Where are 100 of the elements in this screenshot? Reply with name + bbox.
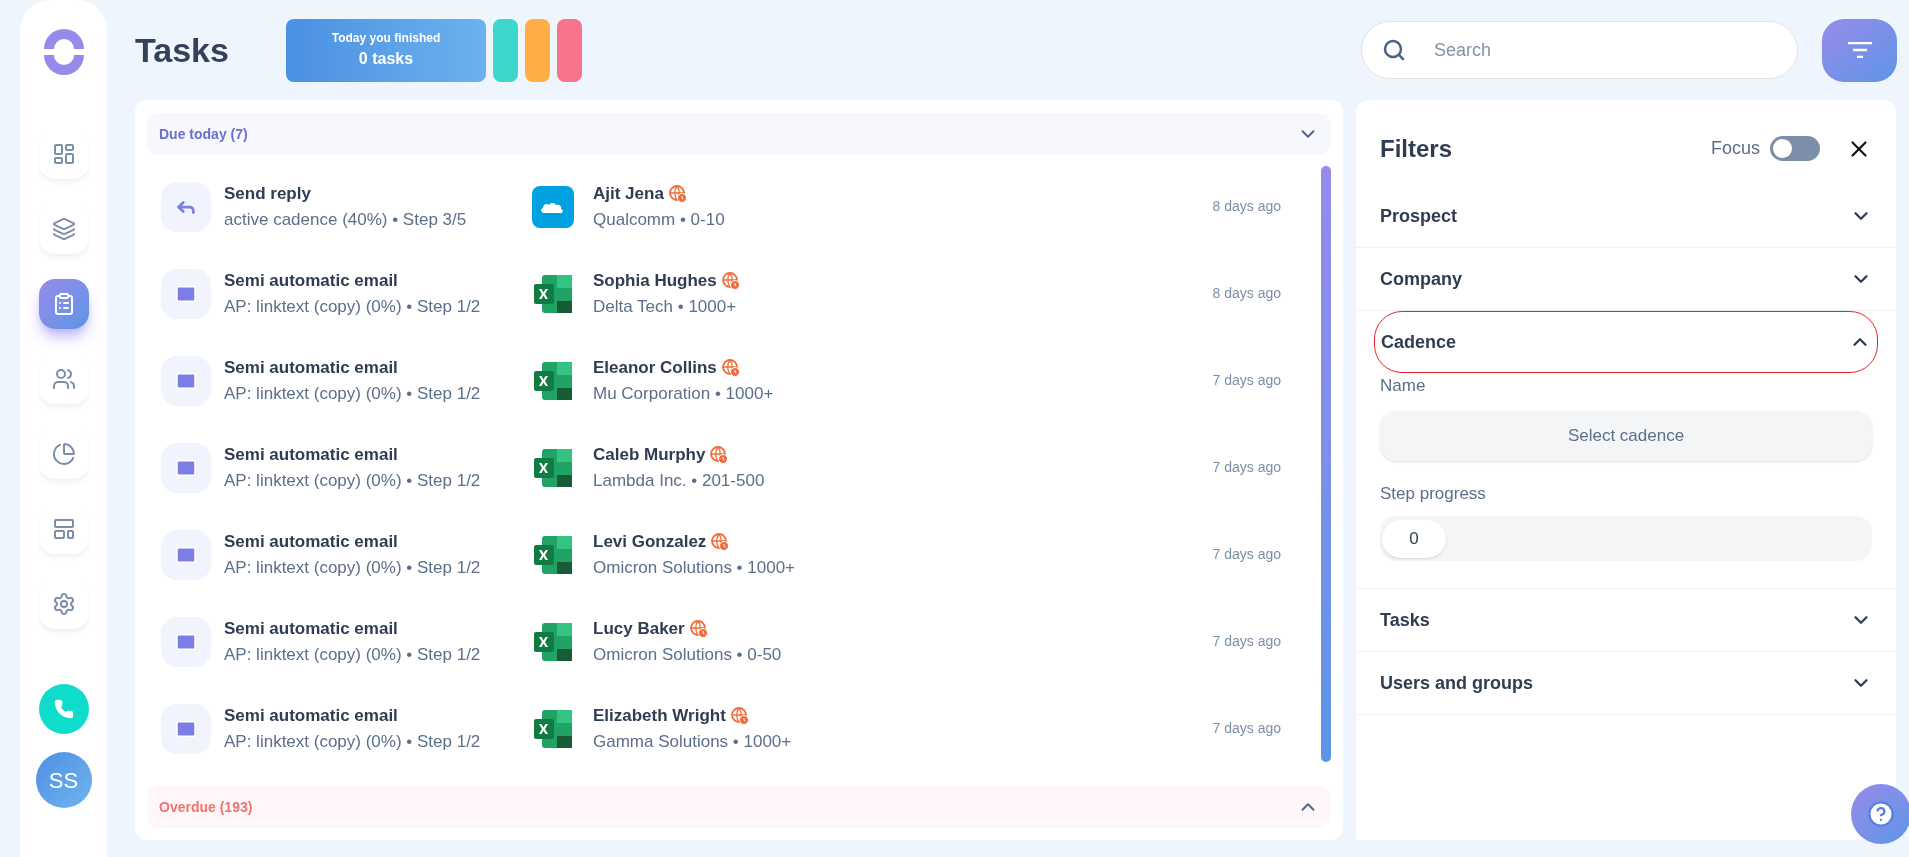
- filter-section-header[interactable]: Prospect: [1356, 185, 1896, 247]
- task-row[interactable]: Semi automatic email AP: linktext (copy) (0%) • Step 1/2 Caleb Murphy Lambda Inc. • 201-500 7 days ago: [135, 424, 1321, 511]
- people-icon: [51, 367, 76, 391]
- scrollbar[interactable]: [1321, 166, 1331, 762]
- task-title: Semi automatic email: [224, 444, 399, 466]
- company-info: Omicron Solutions • 1000+: [593, 556, 797, 579]
- cloud-logo-icon: [532, 185, 574, 228]
- dashboard-icon: [51, 142, 76, 166]
- spreadsheet-icon: [532, 359, 574, 402]
- task-row[interactable]: Send reply active cadence (40%) • Step 3/5 Ajit Jena Qualcomm • 0-10 8 days ago: [135, 163, 1321, 250]
- globe-clock-icon: [730, 706, 749, 725]
- phone-button[interactable]: [38, 684, 89, 734]
- settings-icon: [51, 592, 76, 616]
- prospect-name: Levi Gonzalez: [593, 531, 707, 553]
- field-label: Step progress: [1380, 482, 1487, 505]
- nav-button[interactable]: [38, 204, 89, 254]
- nav-button[interactable]: [38, 354, 89, 404]
- task-row[interactable]: Semi automatic email AP: linktext (copy) (0%) • Step 1/2 Levi Gonzalez Omicron Solutions • 1000+ 7 days ago: [135, 511, 1321, 598]
- section-bar[interactable]: Due today (7): [147, 113, 1331, 155]
- cadence-select[interactable]: Select cadence: [1380, 410, 1872, 461]
- filter-section-title: Company: [1380, 267, 1462, 291]
- task-subtitle: AP: linktext (copy) (0%) • Step 1/2: [224, 295, 482, 318]
- filter-section-title: Users and groups: [1380, 671, 1534, 695]
- nav-button[interactable]: [38, 579, 89, 629]
- phone-icon: [53, 699, 74, 719]
- spreadsheet-icon: [532, 620, 574, 663]
- task-title: Semi automatic email: [224, 270, 399, 292]
- task-time: 8 days ago: [1212, 197, 1281, 216]
- company-info: Lambda Inc. • 201-500: [593, 469, 766, 492]
- task-row[interactable]: Semi automatic email AP: linktext (copy) (0%) • Step 1/2 Lucy Baker Omicron Solutions • 0-50 7 days ago: [135, 598, 1321, 685]
- help-icon: [1867, 800, 1895, 828]
- company-info: Delta Tech • 1000+: [593, 295, 738, 318]
- globe-clock-icon: [668, 184, 687, 203]
- nav-button[interactable]: [38, 129, 89, 179]
- task-title: Semi automatic email: [224, 357, 399, 379]
- prospect-name: Ajit Jena: [593, 183, 664, 205]
- section-title: Due today (7): [159, 124, 248, 144]
- prospect-name: Lucy Baker: [593, 618, 685, 640]
- slider-thumb[interactable]: 0: [1382, 519, 1446, 558]
- company-info: Qualcomm • 0-10: [593, 208, 726, 231]
- task-title: Semi automatic email: [224, 531, 399, 553]
- filter-section-header[interactable]: Cadence: [1374, 311, 1878, 373]
- task-subtitle: AP: linktext (copy) (0%) • Step 1/2: [224, 556, 482, 579]
- company-info: Omicron Solutions • 0-50: [593, 643, 783, 666]
- task-time: 7 days ago: [1212, 371, 1281, 390]
- spreadsheet-icon: [532, 272, 574, 315]
- layout-icon: [51, 517, 76, 541]
- globe-clock-icon: [689, 619, 708, 638]
- spreadsheet-icon: [532, 533, 574, 576]
- search-icon: [1382, 38, 1406, 62]
- task-title: Semi automatic email: [224, 618, 399, 640]
- field-label: Name: [1380, 375, 1427, 397]
- focus-label: Focus: [1710, 137, 1760, 160]
- search-input[interactable]: Search: [1434, 36, 1777, 64]
- finished-label: Today you finished: [331, 30, 441, 47]
- task-subtitle: active cadence (40%) • Step 3/5: [224, 208, 468, 231]
- task-time: 7 days ago: [1212, 458, 1281, 477]
- globe-clock-icon: [711, 532, 730, 551]
- task-row[interactable]: Semi automatic email AP: linktext (copy) (0%) • Step 1/2 Elizabeth Wright Gamma Solutions • 1000+ 7 days ago: [135, 685, 1321, 772]
- task-subtitle: AP: linktext (copy) (0%) • Step 1/2: [224, 469, 482, 492]
- nav-button[interactable]: [38, 504, 89, 554]
- pie-chart-icon: [51, 442, 76, 466]
- focus-toggle[interactable]: [1770, 136, 1820, 161]
- spreadsheet-icon: [532, 446, 574, 489]
- filter-section-title: Prospect: [1380, 204, 1458, 228]
- task-title: Semi automatic email: [224, 705, 399, 727]
- task-time: 7 days ago: [1212, 545, 1281, 564]
- prospect-name: Sophia Hughes: [593, 270, 717, 292]
- filter-section-title: Tasks: [1380, 608, 1430, 632]
- filter-section-title: Cadence: [1381, 330, 1457, 354]
- finished-count: 0 tasks: [358, 49, 414, 69]
- company-info: Gamma Solutions • 1000+: [593, 730, 793, 753]
- prospect-name: Caleb Murphy: [593, 444, 706, 466]
- task-time: 7 days ago: [1212, 632, 1281, 651]
- spreadsheet-icon: [532, 707, 574, 750]
- globe-clock-icon: [710, 445, 729, 464]
- task-time: 7 days ago: [1212, 719, 1281, 738]
- task-subtitle: AP: linktext (copy) (0%) • Step 1/2: [224, 382, 482, 405]
- filter-icon: [1847, 42, 1872, 58]
- task-row[interactable]: Semi automatic email AP: linktext (copy) (0%) • Step 1/2 Sophia Hughes Delta Tech • 1000+ 8 days ago: [135, 250, 1321, 337]
- stack-icon: [51, 217, 76, 241]
- search-bar[interactable]: Search: [1361, 21, 1798, 79]
- task-subtitle: AP: linktext (copy) (0%) • Step 1/2: [224, 730, 482, 753]
- nav-button[interactable]: [38, 429, 89, 479]
- prospect-name: Eleanor Collins: [593, 357, 717, 379]
- nav-button[interactable]: [38, 279, 89, 329]
- filter-section-header[interactable]: Users and groups: [1356, 652, 1896, 714]
- section-title: Overdue (193): [159, 797, 253, 817]
- filter-button[interactable]: [1822, 18, 1897, 82]
- page-title: Tasks: [135, 29, 230, 71]
- help-button[interactable]: [1851, 784, 1909, 844]
- globe-clock-icon: [721, 271, 740, 290]
- globe-clock-icon: [721, 358, 740, 377]
- filter-section-header[interactable]: Tasks: [1356, 589, 1896, 651]
- filters-title: Filters: [1380, 133, 1454, 164]
- filter-section-header[interactable]: Company: [1356, 248, 1896, 310]
- prospect-name: Elizabeth Wright: [593, 705, 726, 727]
- task-row[interactable]: Semi automatic email AP: linktext (copy) (0%) • Step 1/2 Eleanor Collins Mu Corporation • 1000+ 7 days ago: [135, 337, 1321, 424]
- task-time: 8 days ago: [1212, 284, 1281, 303]
- task-title: Send reply: [224, 183, 312, 205]
